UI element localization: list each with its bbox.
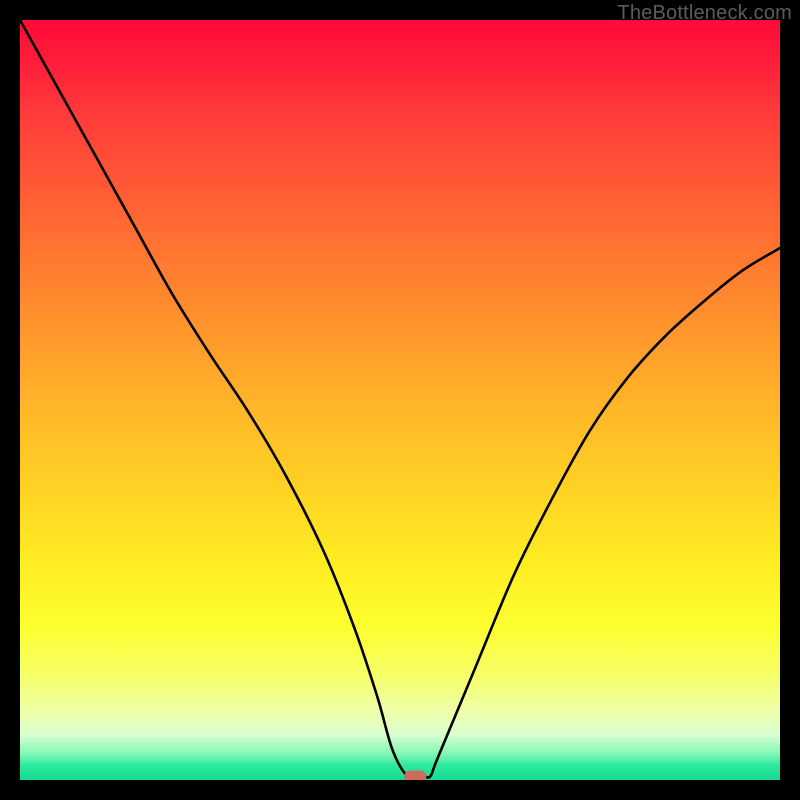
watermark-text: TheBottleneck.com — [617, 2, 792, 25]
minimum-marker — [404, 770, 426, 780]
plot-area — [20, 20, 780, 780]
curve-line — [20, 20, 780, 778]
chart-frame: TheBottleneck.com — [0, 0, 800, 800]
bottleneck-curve — [20, 20, 780, 780]
